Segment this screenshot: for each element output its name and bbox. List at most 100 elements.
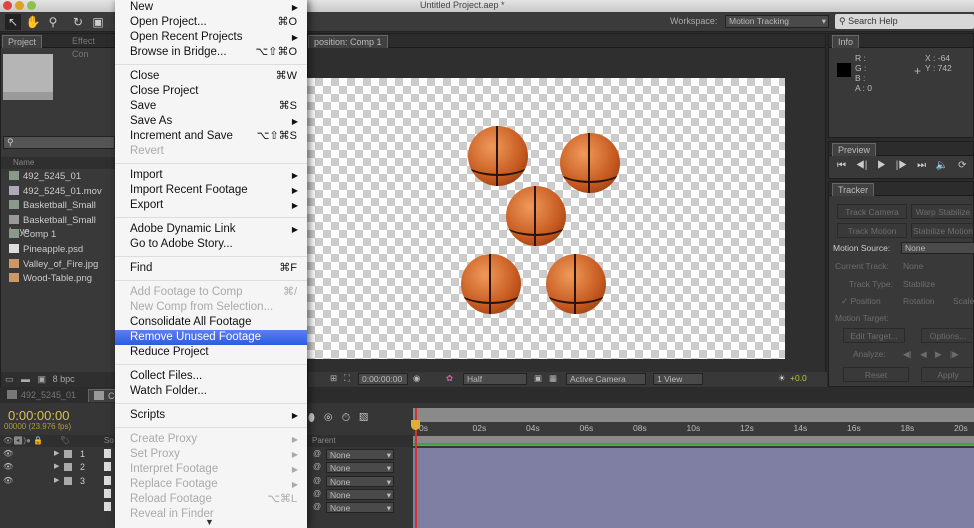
tab-composition[interactable]: position: Comp 1: [308, 35, 388, 48]
menu-item-new[interactable]: New ▶: [115, 0, 307, 15]
expand-arrow-icon[interactable]: ▶: [54, 476, 59, 484]
track-type-dropdown[interactable]: Stabilize: [903, 279, 935, 289]
playhead-handle[interactable]: [411, 420, 420, 430]
project-item[interactable]: Wood-Table.png: [9, 273, 92, 284]
motion-source-dropdown[interactable]: None: [901, 242, 974, 254]
channel-icon[interactable]: ✿: [446, 372, 453, 385]
rotation-checkbox[interactable]: Rotation: [903, 296, 935, 306]
scale-checkbox[interactable]: Scale: [953, 296, 974, 306]
project-item[interactable]: 492_5245_01.mov: [9, 185, 102, 197]
menu-item-close-project[interactable]: Close Project: [115, 84, 307, 99]
menu-item-export[interactable]: Export ▶: [115, 198, 307, 213]
project-item[interactable]: Valley_of_Fire.jpg: [9, 258, 98, 270]
menu-item-scripts[interactable]: Scripts ▶: [115, 408, 307, 423]
current-time-field[interactable]: 0:00:00:00: [358, 373, 408, 385]
tab-info[interactable]: Info: [832, 35, 860, 48]
menu-item-create-proxy[interactable]: Create Proxy ▶: [115, 432, 307, 447]
exposure-icon[interactable]: ☀: [778, 372, 786, 385]
reset-button[interactable]: Reset: [843, 367, 909, 382]
project-item[interactable]: Pineapple.psd: [9, 244, 83, 255]
menu-item-close[interactable]: Close ⌘W: [115, 69, 307, 84]
label-color-swatch[interactable]: [64, 476, 72, 485]
pick-whip-icon[interactable]: @: [313, 489, 321, 498]
menu-item-collect-files[interactable]: Collect Files...: [115, 369, 307, 384]
exposure-value[interactable]: +0.0: [790, 372, 807, 385]
project-item[interactable]: 492_5245_01: [9, 171, 81, 182]
play-icon[interactable]: ▶: [877, 160, 886, 171]
region-of-interest-icon[interactable]: ⊞: [330, 372, 337, 385]
menu-item-reload-footage[interactable]: Reload Footage ⌥⌘L: [115, 492, 307, 507]
menu-scroll-down-icon[interactable]: ▼: [205, 517, 214, 527]
layer-bars-area[interactable]: [413, 448, 974, 528]
menu-item-open-project[interactable]: Open Project... ⌘O: [115, 15, 307, 30]
menu-item-reduce-project[interactable]: Reduce Project: [115, 345, 307, 360]
previous-frame-icon[interactable]: ◀|: [856, 160, 868, 171]
transparency-grid-icon[interactable]: ▦: [549, 372, 557, 385]
project-item[interactable]: Comp 1: [9, 229, 56, 240]
composition-canvas[interactable]: [307, 78, 785, 359]
eye-icon[interactable]: 👁: [3, 449, 13, 458]
selection-tool-icon[interactable]: ↖: [5, 14, 21, 30]
options-button[interactable]: Options...: [921, 328, 974, 343]
tab-tracker[interactable]: Tracker: [832, 183, 875, 196]
tab-preview[interactable]: Preview: [832, 143, 877, 156]
expand-arrow-icon[interactable]: ▶: [54, 449, 59, 457]
tab-effect-controls[interactable]: Effect Con: [67, 35, 115, 59]
audio-icon[interactable]: 🔈: [936, 160, 948, 171]
brainstorm-icon[interactable]: ⊚: [324, 412, 333, 424]
draft-3d-icon[interactable]: ▧: [359, 412, 368, 424]
camera-dropdown[interactable]: Active Camera: [566, 373, 646, 385]
menu-item-open-recent-projects[interactable]: Open Recent Projects ▶: [115, 30, 307, 45]
expand-arrow-icon[interactable]: ▶: [54, 462, 59, 470]
eye-icon[interactable]: 👁: [3, 476, 13, 485]
menu-item-import[interactable]: Import ▶: [115, 168, 307, 183]
menu-item-browse-in-bridge[interactable]: Browse in Bridge... ⌥⇧⌘O: [115, 45, 307, 60]
close-window-button[interactable]: [3, 1, 12, 10]
position-checkbox[interactable]: ✓ Position: [841, 296, 881, 307]
menu-item-save-as[interactable]: Save As ▶: [115, 114, 307, 129]
motion-blur-icon[interactable]: ⬮: [308, 412, 315, 424]
view-layout-dropdown[interactable]: 1 View: [653, 373, 703, 385]
zoom-tool-icon[interactable]: ⚲: [45, 14, 61, 30]
menu-item-adobe-dynamic-link[interactable]: Adobe Dynamic Link ▶: [115, 222, 307, 237]
new-composition-icon[interactable]: ▣: [38, 374, 47, 384]
menu-item-set-proxy[interactable]: Set Proxy ▶: [115, 447, 307, 462]
hand-tool-icon[interactable]: ✋: [25, 14, 41, 30]
parent-dropdown[interactable]: None ▾: [326, 462, 394, 474]
minimize-window-button[interactable]: [15, 1, 24, 10]
menu-item-save[interactable]: Save ⌘S: [115, 99, 307, 114]
edit-target-button[interactable]: Edit Target...: [843, 328, 905, 343]
search-help-input[interactable]: ⚲ Search Help: [835, 14, 974, 29]
label-color-swatch[interactable]: [64, 450, 72, 458]
menu-item-new-comp-from-selection[interactable]: New Comp from Selection...: [115, 300, 307, 315]
menu-item-revert[interactable]: Revert: [115, 144, 307, 159]
parent-dropdown[interactable]: None ▾: [326, 475, 394, 487]
safe-margins-icon[interactable]: ⛶: [344, 372, 350, 385]
track-camera-button[interactable]: Track Camera: [837, 204, 907, 219]
apply-button[interactable]: Apply: [921, 367, 974, 382]
project-search-input[interactable]: ⚲: [3, 136, 115, 149]
interpret-footage-icon[interactable]: ▭: [5, 374, 14, 384]
menu-item-import-recent-footage[interactable]: Import Recent Footage ▶: [115, 183, 307, 198]
parent-dropdown[interactable]: None ▾: [326, 449, 394, 460]
parent-dropdown[interactable]: None ▾: [326, 502, 394, 514]
track-motion-button[interactable]: Track Motion: [837, 223, 907, 238]
fast-previews-icon[interactable]: ▣: [534, 372, 542, 385]
time-ruler[interactable]: 0s 02s 04s 06s 08s 10s 12s 14s 16s 18s 20s: [413, 422, 974, 436]
last-frame-icon[interactable]: ⏭: [917, 160, 926, 171]
menu-item-find[interactable]: Find ⌘F: [115, 261, 307, 276]
eye-icon[interactable]: 👁: [3, 462, 13, 471]
pick-whip-icon[interactable]: @: [313, 462, 321, 471]
menu-item-go-to-adobe-story[interactable]: Go to Adobe Story...: [115, 237, 307, 252]
current-track-dropdown[interactable]: None: [903, 261, 923, 271]
warp-stabilize-button[interactable]: Warp Stabilize: [911, 204, 974, 219]
new-folder-icon[interactable]: ▬: [21, 374, 30, 384]
next-frame-icon[interactable]: |▶: [896, 160, 908, 171]
analyze-controls[interactable]: ◀| ◀ ▶ |▶: [903, 349, 959, 360]
tab-project[interactable]: Project: [2, 35, 43, 48]
stabilize-motion-button[interactable]: Stabilize Motion: [911, 223, 974, 238]
bpc-toggle[interactable]: 8 bpc: [53, 374, 75, 384]
resolution-dropdown[interactable]: Half: [463, 373, 527, 385]
menu-item-remove-unused-footage[interactable]: Remove Unused Footage: [115, 330, 307, 345]
source-column-header[interactable]: So: [104, 435, 114, 447]
